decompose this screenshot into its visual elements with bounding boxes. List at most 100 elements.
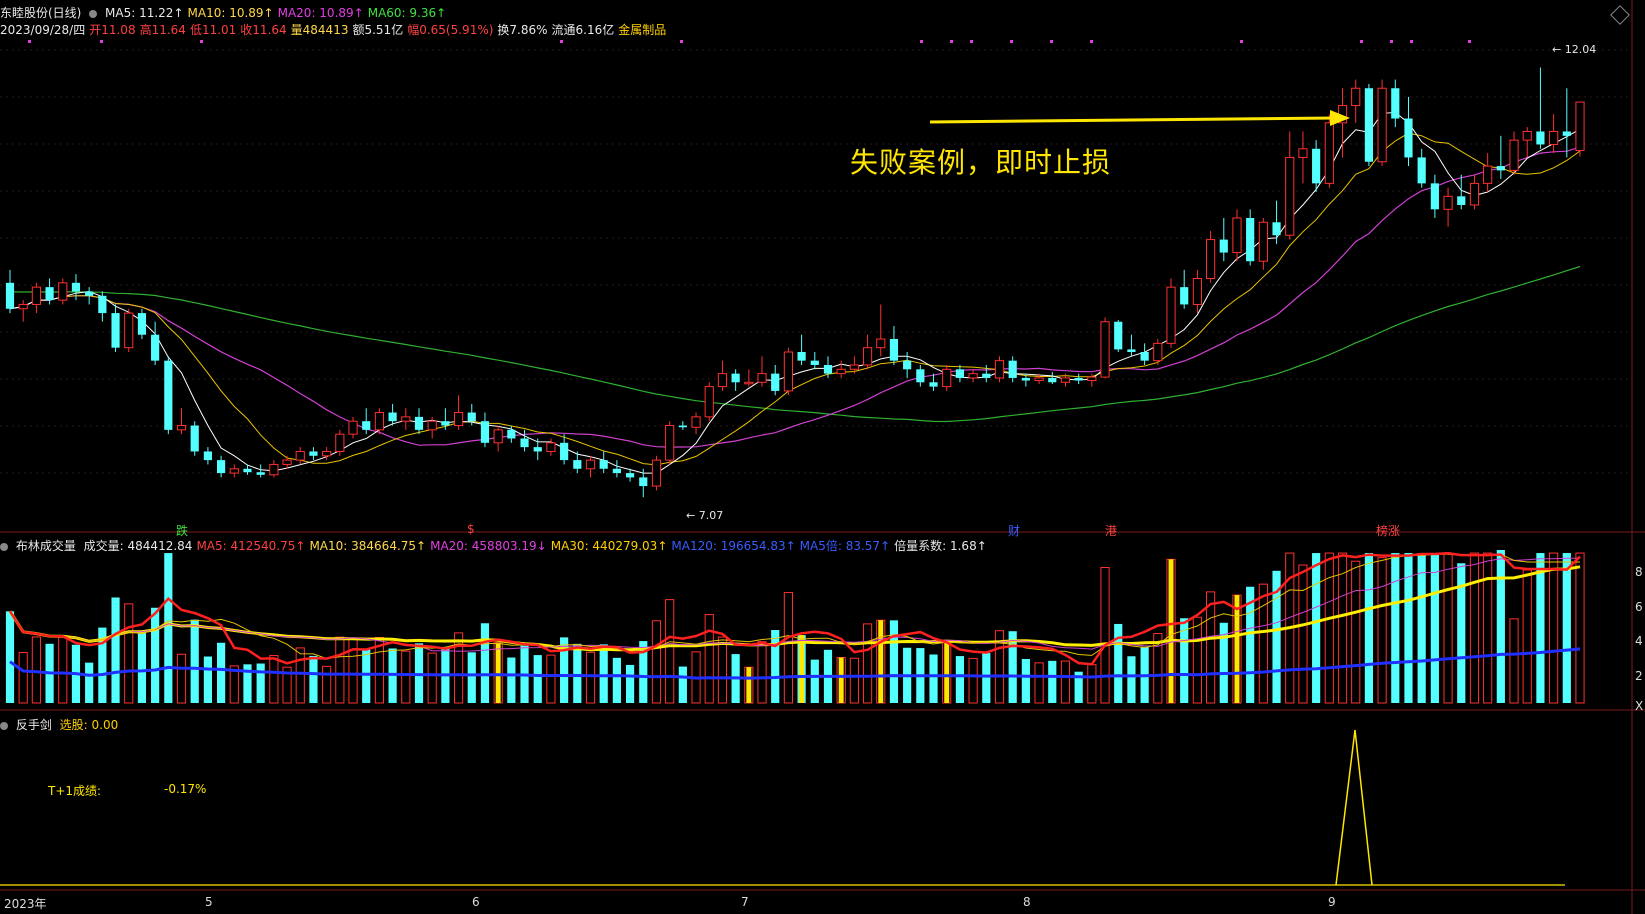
volume-bar xyxy=(1483,552,1493,704)
stock-title[interactable]: 东睦股份(日线) xyxy=(0,6,81,20)
candle-body xyxy=(1258,221,1268,262)
volume-bar xyxy=(982,653,991,703)
volume-bar xyxy=(1114,623,1123,703)
volume-indicator-name[interactable]: 布林成交量 xyxy=(16,539,76,553)
candle-body xyxy=(1285,156,1295,236)
volume-bar xyxy=(1443,552,1453,704)
candle-body xyxy=(1562,131,1571,136)
candle-body xyxy=(203,451,212,461)
volume-bar xyxy=(1087,664,1097,704)
candle-body xyxy=(717,373,728,388)
signal-dot xyxy=(970,40,973,43)
candle-body xyxy=(1364,88,1373,162)
info-sector[interactable]: 金属制品 xyxy=(618,23,666,37)
candle-body xyxy=(1153,342,1163,362)
annotation-arrow-line xyxy=(929,116,1337,124)
candle-body xyxy=(823,364,833,374)
volume-highlight-bar xyxy=(495,642,501,703)
volume-bar xyxy=(810,659,819,703)
right-axis-label-4: X xyxy=(1635,699,1644,713)
volume-bar xyxy=(335,636,345,704)
volume-bar xyxy=(190,619,199,703)
volume-bar xyxy=(151,607,160,703)
event-tag-3[interactable]: 港 xyxy=(1105,522,1117,539)
candle-body xyxy=(1246,217,1255,262)
info-close: 收11.64 xyxy=(240,23,287,37)
candle-body xyxy=(1324,122,1334,184)
candle-body xyxy=(1232,217,1242,254)
candle-body xyxy=(520,438,529,448)
volume-bar xyxy=(1575,552,1585,704)
event-tag-1[interactable]: $ xyxy=(467,522,475,536)
ma5-line xyxy=(9,111,1581,474)
perf-label: T+1成绩: xyxy=(48,784,102,798)
candle-body xyxy=(903,360,912,370)
volume-bar xyxy=(1364,553,1373,703)
volume-bar xyxy=(5,611,15,703)
volume-legend-item-2: MA10: 384664.75↑ xyxy=(309,539,427,553)
ma60-line xyxy=(9,265,1581,423)
volume-highlight-bar xyxy=(838,657,844,703)
settings-dot-icon[interactable] xyxy=(89,10,98,18)
volume-bar xyxy=(111,597,120,703)
volume-bar xyxy=(217,642,226,703)
x-axis-label-2: 6 xyxy=(472,895,480,909)
volume-bar xyxy=(1048,660,1057,703)
indicator-settings-icon[interactable] xyxy=(0,722,8,730)
candle-body xyxy=(5,282,15,309)
candle-body xyxy=(124,312,134,349)
candle-body xyxy=(560,442,569,461)
candle-body xyxy=(533,447,542,452)
candle-body xyxy=(955,369,965,378)
candle-body xyxy=(797,352,806,361)
volume-bar xyxy=(124,603,134,704)
volume-settings-icon[interactable] xyxy=(0,543,8,551)
indicator-spike xyxy=(1335,729,1373,886)
volume-legend-item-5: MA120: 196654.83↑ xyxy=(671,539,796,553)
volume-bar xyxy=(322,665,332,704)
event-tag-0[interactable]: 跌 xyxy=(176,522,188,539)
ma-legend-item-0: MA5: 11.22↑ xyxy=(105,6,184,20)
high-price-value: 12.04 xyxy=(1564,43,1597,56)
info-low: 低11.01 xyxy=(189,23,237,37)
candle-body xyxy=(546,442,556,452)
indicator-value: 选股: 0.00 xyxy=(59,718,119,732)
candle-body xyxy=(836,368,846,375)
candle-body xyxy=(374,412,385,431)
indicator-name[interactable]: 反手剑 xyxy=(16,718,52,732)
signal-dot xyxy=(680,40,683,43)
event-tag-2[interactable]: 财 xyxy=(1008,522,1020,539)
volume-bar xyxy=(164,553,173,703)
candle-body xyxy=(45,287,54,301)
volume-bar xyxy=(546,654,556,704)
info-float: 流通6.16亿 xyxy=(551,23,615,37)
low-price-value: 7.07 xyxy=(698,509,724,522)
candle-body xyxy=(309,451,318,456)
volume-bar xyxy=(1312,553,1321,703)
candle-body xyxy=(744,381,754,385)
volume-legend-item-7: 倍量系数: 1.68↑ xyxy=(894,539,987,553)
volume-bar xyxy=(1377,557,1387,704)
candle-body xyxy=(243,468,252,473)
low-price-mark: ← 7.07 xyxy=(686,509,724,522)
volume-bar xyxy=(507,657,516,703)
candle-body xyxy=(1166,286,1176,344)
candle-body xyxy=(704,386,714,418)
event-tag-4[interactable]: 榜涨 xyxy=(1376,522,1400,539)
volume-bar xyxy=(1034,662,1044,704)
right-axis-label-3: 2 xyxy=(1635,669,1643,683)
ma-legend-item-2: MA20: 10.89↑ xyxy=(277,6,364,20)
candle-body xyxy=(929,382,938,387)
failure-annotation: 失败案例，即时止损 xyxy=(850,146,1112,179)
candle-body xyxy=(1140,352,1149,361)
volume-highlight-bar xyxy=(1168,559,1174,703)
kline-chart[interactable] xyxy=(0,0,1645,914)
candle-body xyxy=(1192,278,1202,305)
candle-body xyxy=(85,291,94,296)
volume-bar xyxy=(18,652,28,704)
volume-bar xyxy=(678,666,687,703)
volume-legend-item-3: MA20: 458803.19↓ xyxy=(430,539,547,553)
candle-body xyxy=(1536,131,1545,145)
signal-dot xyxy=(1410,40,1413,43)
candle-body xyxy=(151,334,160,361)
